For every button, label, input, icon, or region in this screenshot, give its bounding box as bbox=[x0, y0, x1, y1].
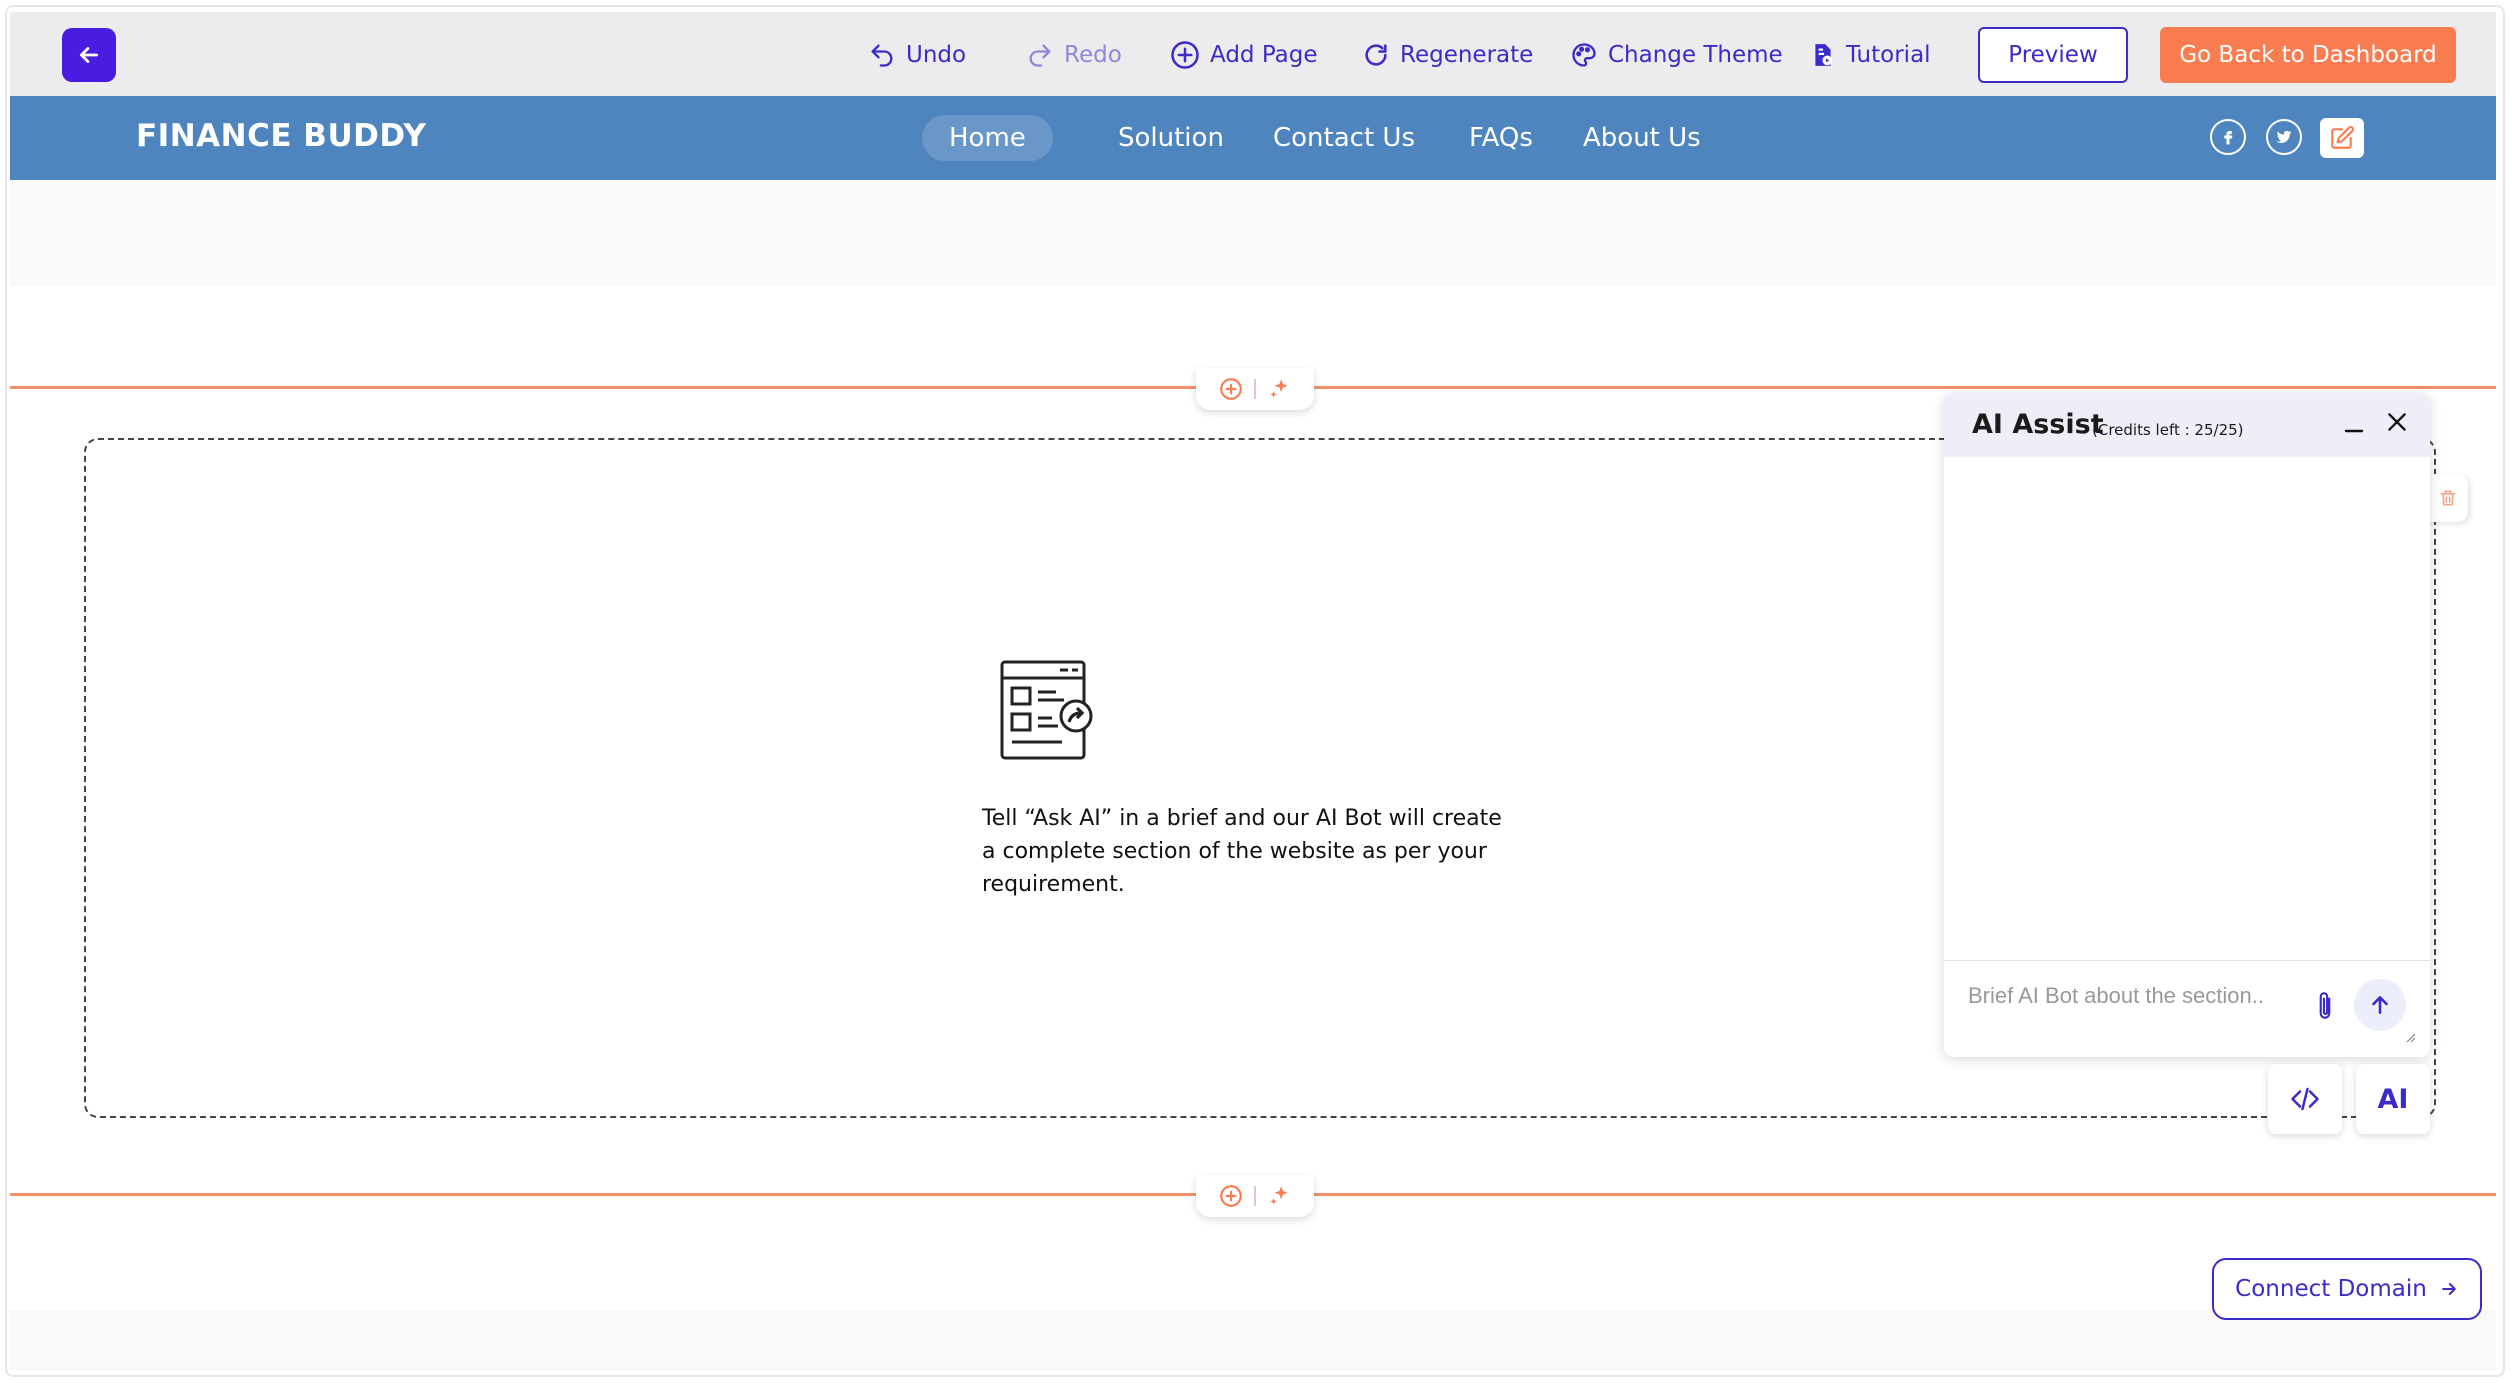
ai-brief-input[interactable] bbox=[1968, 983, 2298, 1009]
ai-assist-toggle-button[interactable]: AI bbox=[2356, 1064, 2430, 1134]
undo-label: Undo bbox=[906, 42, 967, 68]
resize-handle-icon[interactable] bbox=[2404, 1031, 2416, 1043]
edit-header-button[interactable] bbox=[2320, 118, 2364, 158]
nav-solution[interactable]: Solution bbox=[1091, 115, 1251, 161]
redo-label: Redo bbox=[1064, 42, 1122, 68]
ai-assist-title: AI Assist bbox=[1972, 409, 2104, 440]
code-icon bbox=[2291, 1087, 2319, 1111]
site-header: FINANCE BUDDY Home Solution Contact Us F… bbox=[10, 96, 2496, 180]
editor-toolbar: Undo Redo Add Page Regenerate Change The… bbox=[10, 12, 2496, 96]
trash-icon bbox=[2440, 490, 2456, 506]
arrow-left-icon bbox=[80, 47, 98, 63]
connect-domain-button[interactable]: Connect Domain bbox=[2212, 1258, 2482, 1320]
empty-section-instructions: Tell “Ask AI” in a brief and our AI Bot … bbox=[982, 806, 1502, 897]
back-button[interactable] bbox=[62, 28, 116, 82]
paperclip-icon[interactable] bbox=[2312, 989, 2338, 1023]
arrow-right-icon bbox=[2441, 1283, 2456, 1295]
arrow-up-icon bbox=[2372, 996, 2388, 1014]
close-icon[interactable] bbox=[2384, 409, 2410, 435]
change-theme-label: Change Theme bbox=[1608, 42, 1783, 68]
nav-contact-us[interactable]: Contact Us bbox=[1246, 115, 1442, 161]
undo-button[interactable]: Undo bbox=[868, 36, 966, 74]
add-page-label: Add Page bbox=[1210, 42, 1318, 68]
undo-icon bbox=[871, 44, 893, 67]
tutorial-button[interactable]: Tutorial bbox=[1810, 36, 1931, 74]
ai-input-area bbox=[1944, 960, 2430, 1057]
connect-domain-label: Connect Domain bbox=[2235, 1276, 2427, 1302]
site-brand: FINANCE BUDDY bbox=[136, 118, 427, 154]
ai-sparkle-icon[interactable] bbox=[1266, 1183, 1292, 1209]
ai-sparkle-icon[interactable] bbox=[1266, 376, 1292, 402]
footer-placeholder-band bbox=[10, 1310, 2496, 1370]
hero-placeholder-band bbox=[10, 180, 2496, 286]
add-section-icon[interactable] bbox=[1218, 376, 1244, 402]
redo-button[interactable]: Redo bbox=[1026, 36, 1122, 74]
twitter-icon[interactable] bbox=[2266, 119, 2302, 155]
ai-credits-counter: (Credits left : 25/25) bbox=[2092, 421, 2244, 439]
tools-separator bbox=[1254, 379, 1256, 399]
regenerate-button[interactable]: Regenerate bbox=[1362, 36, 1533, 74]
facebook-icon[interactable] bbox=[2210, 119, 2246, 155]
go-back-to-dashboard-button[interactable]: Go Back to Dashboard bbox=[2160, 27, 2456, 83]
change-theme-button[interactable]: Change Theme bbox=[1570, 36, 1783, 74]
tools-separator bbox=[1254, 1186, 1256, 1206]
tutorial-label: Tutorial bbox=[1846, 42, 1931, 68]
ai-assist-header: AI Assist (Credits left : 25/25) bbox=[1944, 393, 2430, 457]
section-insert-tools-bottom bbox=[1196, 1175, 1314, 1217]
nav-home[interactable]: Home bbox=[922, 115, 1053, 161]
minimize-icon[interactable] bbox=[2342, 411, 2366, 435]
preview-button[interactable]: Preview bbox=[1978, 27, 2128, 83]
nav-faqs[interactable]: FAQs bbox=[1442, 115, 1560, 161]
ai-section-placeholder-icon bbox=[1000, 660, 1093, 760]
edit-icon bbox=[2331, 126, 2354, 149]
regenerate-label: Regenerate bbox=[1400, 42, 1534, 68]
code-view-button[interactable] bbox=[2268, 1064, 2342, 1134]
palette-icon bbox=[1572, 43, 1596, 67]
nav-about-us[interactable]: About Us bbox=[1556, 115, 1728, 161]
redo-icon bbox=[1029, 44, 1051, 67]
tutorial-doc-icon bbox=[1815, 44, 1833, 66]
section-insert-tools-top bbox=[1196, 368, 1314, 410]
add-page-button[interactable]: Add Page bbox=[1170, 36, 1318, 74]
send-button[interactable] bbox=[2354, 979, 2406, 1031]
add-section-icon[interactable] bbox=[1218, 1183, 1244, 1209]
plus-circle-icon bbox=[1171, 41, 1199, 69]
ai-assist-panel: AI Assist (Credits left : 25/25) bbox=[1944, 393, 2430, 1057]
refresh-icon bbox=[1365, 44, 1387, 66]
